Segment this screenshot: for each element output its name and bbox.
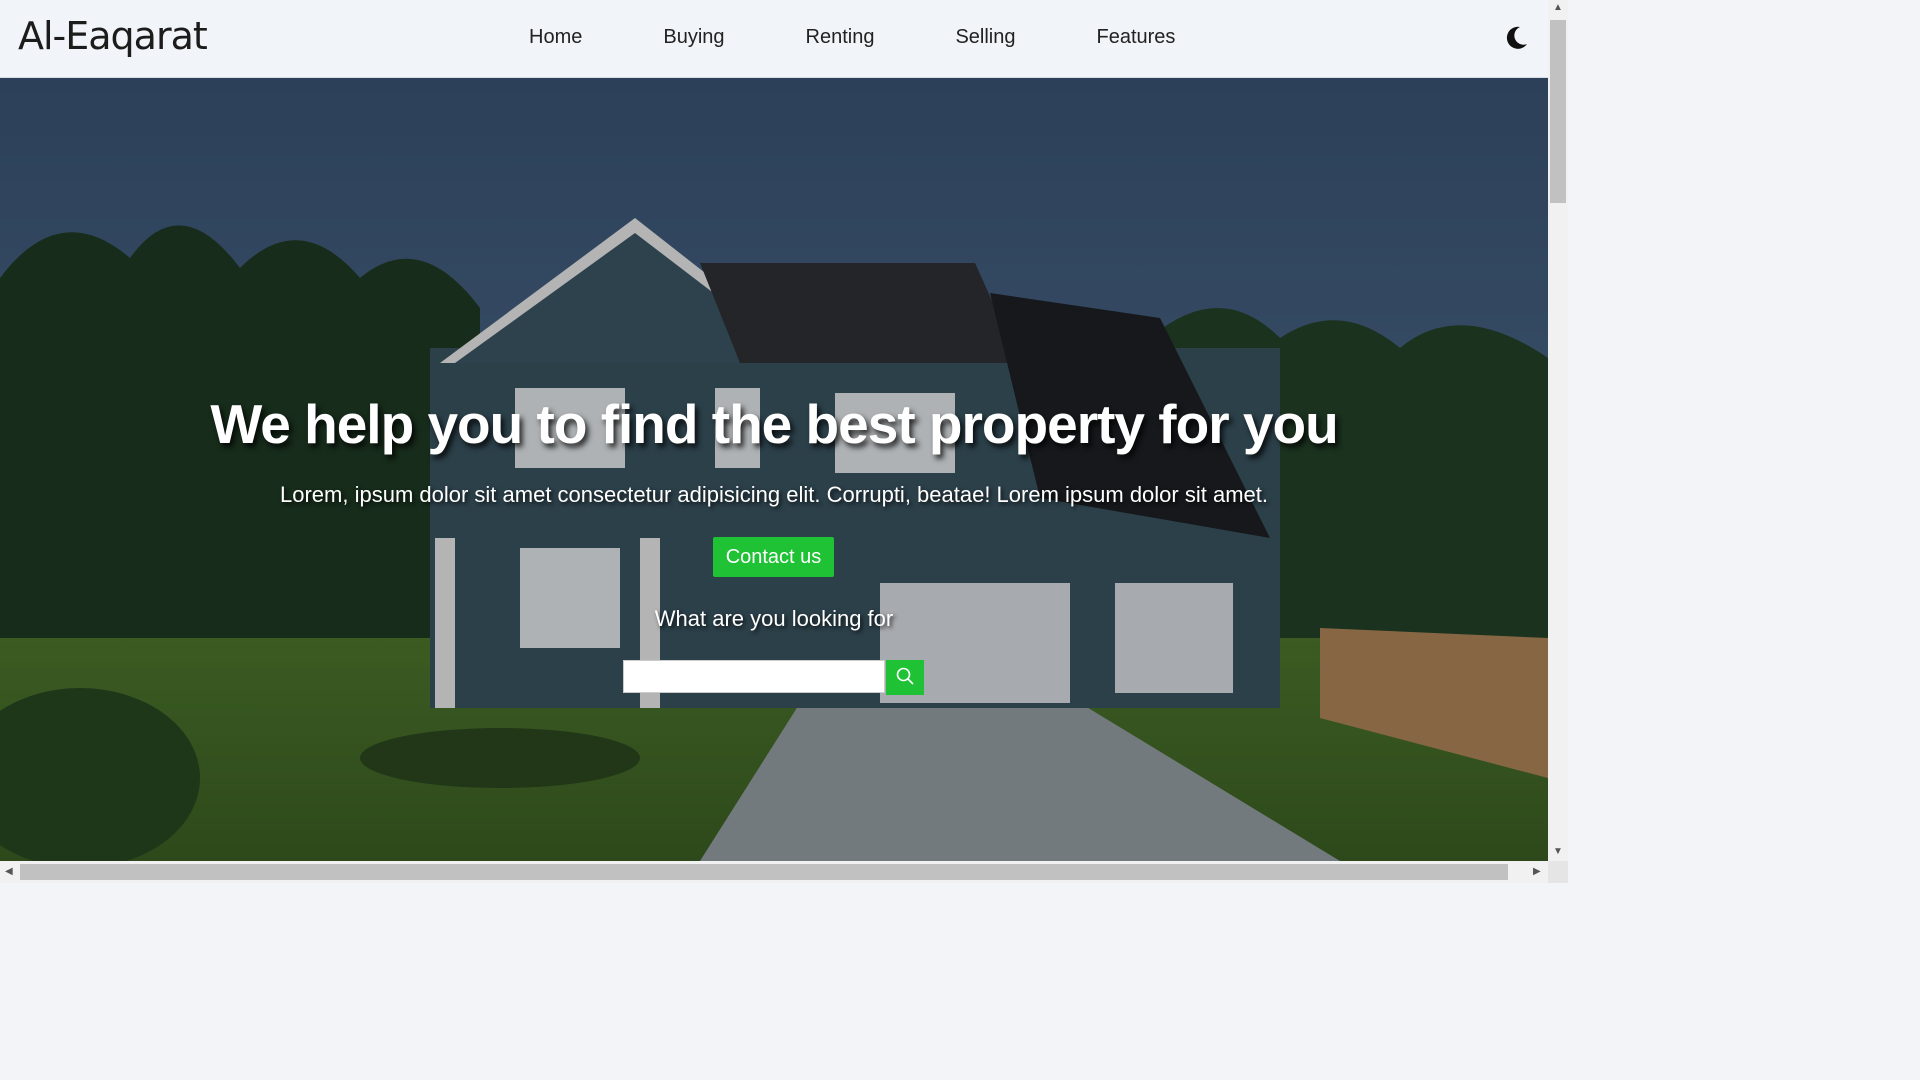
scroll-down-arrow-icon[interactable]: ▼ [1553,846,1563,857]
search-input[interactable] [623,660,885,693]
horizontal-scroll-thumb[interactable] [20,864,1508,880]
navbar: Al-Eaqarat Home Buying Renting Selling F… [0,0,1548,78]
nav-features[interactable]: Features [1097,26,1176,49]
nav-renting[interactable]: Renting [806,26,875,49]
scroll-up-arrow-icon[interactable]: ▲ [1553,2,1563,13]
hero-content: We help you to find the best property fo… [0,78,1548,861]
hero-subtitle: Lorem, ipsum dolor sit amet consectetur … [280,482,1268,507]
contact-button[interactable]: Contact us [713,537,834,577]
nav-home[interactable]: Home [529,26,582,49]
search-button[interactable] [886,660,924,695]
nav-buying[interactable]: Buying [663,26,724,49]
hero-section: We help you to find the best property fo… [0,78,1548,861]
search-icon [896,667,914,685]
scrollbar-corner [1548,861,1568,883]
scroll-right-arrow-icon[interactable]: ▶ [1533,866,1541,877]
moon-icon[interactable] [1502,24,1530,52]
vertical-scroll-thumb[interactable] [1550,20,1566,203]
hero-title: We help you to find the best property fo… [210,393,1338,455]
scroll-left-arrow-icon[interactable]: ◀ [5,866,13,877]
nav-links: Home Buying Renting Selling Features [529,26,1175,49]
search-label: What are you looking for [654,606,894,631]
nav-selling[interactable]: Selling [955,26,1015,49]
brand-logo[interactable]: Al-Eaqarat [18,14,208,58]
